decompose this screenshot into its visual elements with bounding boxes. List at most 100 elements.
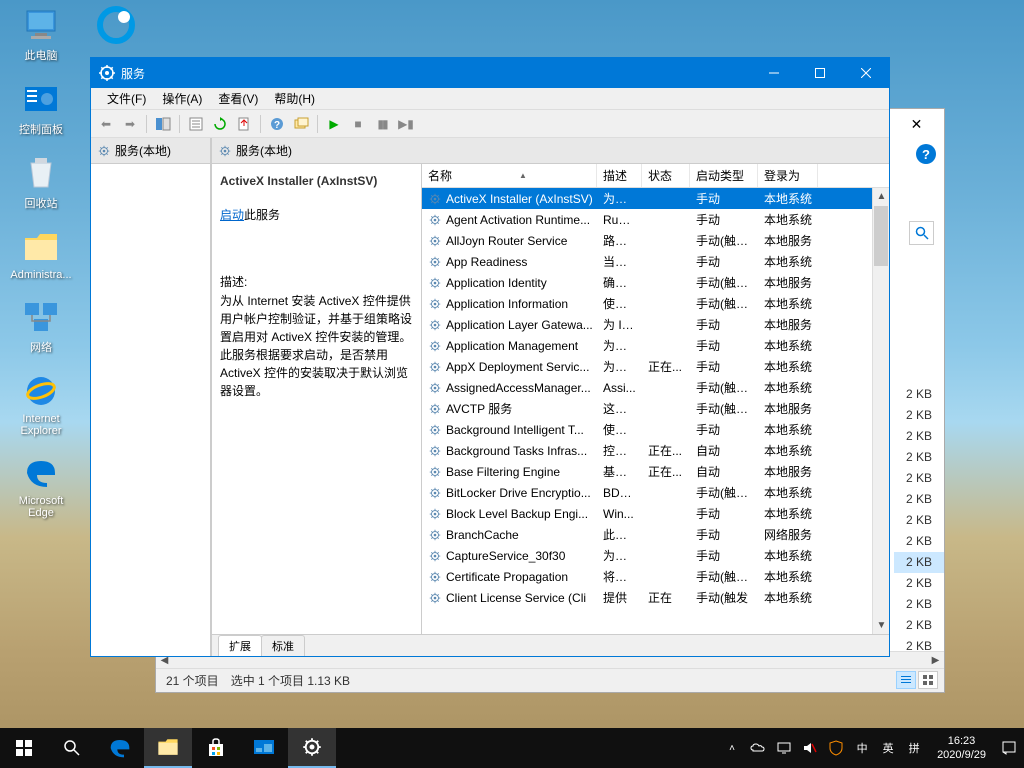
toolbar-forward-button[interactable]: ➡ (119, 113, 141, 135)
menu-file[interactable]: 文件(F) (99, 88, 154, 109)
desktop-icon-network[interactable]: 网络 (5, 297, 77, 355)
tray-onedrive-icon[interactable] (747, 728, 769, 768)
column-header-desc[interactable]: 描述 (597, 164, 642, 187)
menu-view[interactable]: 查看(V) (210, 88, 266, 109)
service-row[interactable]: AssignedAccessManager...Assi...手动(触发...本… (422, 377, 872, 398)
taskbar[interactable]: ˄ 中 英 拼 16:23 2020/9/29 (0, 728, 1024, 768)
tray-volume-icon[interactable] (799, 728, 821, 768)
service-logon-cell: 本地系统 (758, 484, 818, 501)
tray-ime-pin[interactable]: 拼 (903, 728, 925, 768)
service-status-cell: 正在 (642, 589, 690, 606)
service-row[interactable]: ActiveX Installer (AxInstSV)为从 ...手动本地系统 (422, 188, 872, 209)
toolbar-back-button[interactable]: ⬅ (95, 113, 117, 135)
service-status-cell: 正在... (642, 463, 690, 480)
explorer-help-icon[interactable]: ? (916, 144, 936, 164)
tray-chevron-up-icon[interactable]: ˄ (721, 728, 743, 768)
explorer-search-button[interactable] (909, 221, 934, 245)
column-header-startup[interactable]: 启动类型 (690, 164, 758, 187)
toolbar-refresh-button[interactable] (209, 113, 231, 135)
tray-security-icon[interactable] (825, 728, 847, 768)
service-row[interactable]: Application Identity确定...手动(触发...本地服务 (422, 272, 872, 293)
services-window[interactable]: 服务 文件(F) 操作(A) 查看(V) 帮助(H) ⬅ ➡ ? ▶ ■ ▮▮ … (90, 57, 890, 657)
toolbar-pause-button[interactable]: ▮▮ (371, 113, 393, 135)
scroll-up-arrow[interactable]: ▲ (873, 188, 889, 205)
tray-network-icon[interactable] (773, 728, 795, 768)
taskbar-app1[interactable] (240, 728, 288, 768)
clock-date: 2020/9/29 (937, 748, 986, 762)
services-list-body[interactable]: ActiveX Installer (AxInstSV)为从 ...手动本地系统… (422, 188, 872, 634)
service-row[interactable]: Base Filtering Engine基本...正在...自动本地服务 (422, 461, 872, 482)
service-row[interactable]: App Readiness当用...手动本地系统 (422, 251, 872, 272)
desktop-icon-recycle-bin[interactable]: 回收站 (5, 153, 77, 211)
service-row[interactable]: AVCTP 服务这是...手动(触发...本地服务 (422, 398, 872, 419)
desktop-icon-this-pc[interactable]: 此电脑 (5, 5, 77, 63)
desktop-icon-browser[interactable] (80, 5, 152, 47)
explorer-close-button[interactable]: ✕ (894, 110, 939, 138)
toolbar-restart-button[interactable]: ▶▮ (395, 113, 417, 135)
search-button[interactable] (48, 728, 96, 768)
scroll-thumb[interactable] (874, 206, 888, 266)
close-button[interactable] (843, 58, 889, 88)
service-row[interactable]: CaptureService_30f30为调...手动本地系统 (422, 545, 872, 566)
vertical-scrollbar[interactable]: ▲ ▼ (872, 188, 889, 634)
tray-notifications-icon[interactable] (998, 728, 1020, 768)
service-desc-cell: BDE... (597, 486, 642, 500)
minimize-button[interactable] (751, 58, 797, 88)
service-row[interactable]: Application Layer Gatewa...为 In...手动本地服务 (422, 314, 872, 335)
service-row[interactable]: Application Management为通...手动本地系统 (422, 335, 872, 356)
service-row[interactable]: Application Information使用...手动(触发...本地系统 (422, 293, 872, 314)
taskbar-explorer[interactable] (144, 728, 192, 768)
scroll-right-arrow[interactable]: ▶ (927, 652, 944, 669)
view-details-button[interactable] (896, 671, 916, 689)
desktop-icon-admin-folder[interactable]: Administra... (5, 227, 77, 281)
service-name-cell: Client License Service (Cli (422, 591, 597, 605)
column-header-logon[interactable]: 登录为 (758, 164, 818, 187)
service-desc-cell: Win... (597, 507, 642, 521)
start-service-link[interactable]: 启动 (220, 208, 244, 222)
toolbar-stop-button[interactable]: ■ (347, 113, 369, 135)
service-row[interactable]: Background Tasks Infras...控制...正在...自动本地… (422, 440, 872, 461)
tray-ime-zh[interactable]: 中 (851, 728, 873, 768)
menu-help[interactable]: 帮助(H) (266, 88, 323, 109)
toolbar-properties-button[interactable] (185, 113, 207, 135)
view-icons-button[interactable] (918, 671, 938, 689)
scroll-down-arrow[interactable]: ▼ (873, 617, 889, 634)
maximize-button[interactable] (797, 58, 843, 88)
service-name-cell: Background Intelligent T... (422, 423, 597, 437)
toolbar-start-button[interactable]: ▶ (323, 113, 345, 135)
service-row[interactable]: Certificate Propagation将用...手动(触发...本地系统 (422, 566, 872, 587)
tab-standard[interactable]: 标准 (261, 635, 305, 656)
start-button[interactable] (0, 728, 48, 768)
toolbar-show-hide-button[interactable] (152, 113, 174, 135)
taskbar-clock[interactable]: 16:23 2020/9/29 (929, 734, 994, 763)
taskbar-services[interactable] (288, 728, 336, 768)
services-titlebar[interactable]: 服务 (91, 58, 889, 88)
column-header-name[interactable]: 名称▲ (422, 164, 597, 187)
tray-ime-en[interactable]: 英 (877, 728, 899, 768)
service-row[interactable]: AllJoyn Router Service路由...手动(触发...本地服务 (422, 230, 872, 251)
service-startup-cell: 自动 (690, 463, 758, 480)
menu-action[interactable]: 操作(A) (154, 88, 210, 109)
service-row[interactable]: BranchCache此服...手动网络服务 (422, 524, 872, 545)
service-logon-cell: 本地服务 (758, 463, 818, 480)
desktop-icon-edge[interactable]: Microsoft Edge (5, 453, 77, 519)
service-startup-cell: 手动(触发... (690, 379, 758, 396)
service-row[interactable]: AppX Deployment Servic...为部...正在...手动本地系… (422, 356, 872, 377)
toolbar-new-window-button[interactable] (290, 113, 312, 135)
taskbar-store[interactable] (192, 728, 240, 768)
service-row[interactable]: Agent Activation Runtime...Runt...手动本地系统 (422, 209, 872, 230)
service-row[interactable]: Block Level Backup Engi...Win...手动本地系统 (422, 503, 872, 524)
service-desc-cell: 这是... (597, 400, 642, 417)
toolbar-export-button[interactable] (233, 113, 255, 135)
service-row[interactable]: BitLocker Drive Encryptio...BDE...手动(触发.… (422, 482, 872, 503)
left-tree-item[interactable]: 服务(本地) (91, 138, 210, 164)
toolbar-help-button[interactable]: ? (266, 113, 288, 135)
ie-icon (21, 371, 61, 411)
service-row[interactable]: Background Intelligent T...使用...手动本地系统 (422, 419, 872, 440)
taskbar-edge[interactable] (96, 728, 144, 768)
desktop-icon-control-panel[interactable]: 控制面板 (5, 79, 77, 137)
tab-extended[interactable]: 扩展 (218, 635, 262, 656)
column-header-status[interactable]: 状态 (642, 164, 690, 187)
desktop-icon-ie[interactable]: Internet Explorer (5, 371, 77, 437)
service-row[interactable]: Client License Service (Cli提供正在手动(触发本地系统 (422, 587, 872, 608)
